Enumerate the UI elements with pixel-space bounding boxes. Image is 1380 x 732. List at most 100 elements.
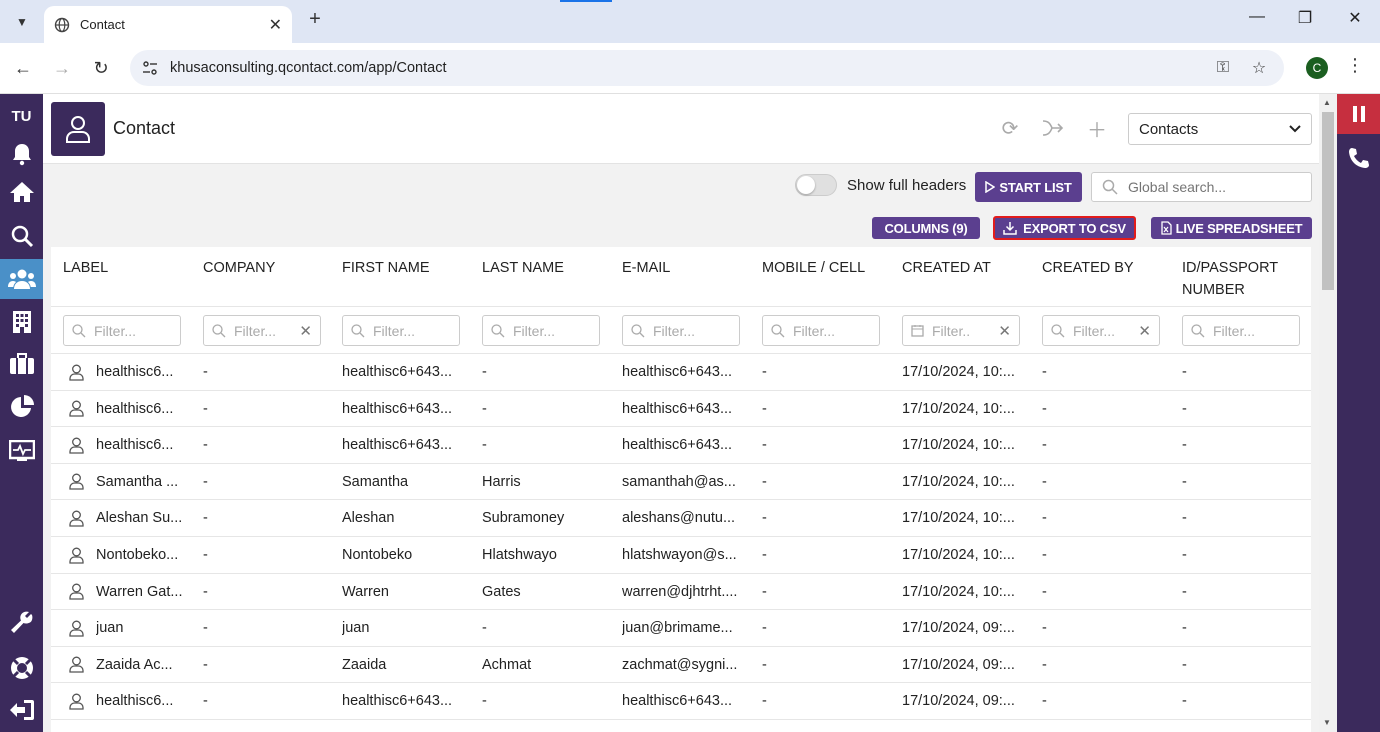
app-sidebar: TU — [0, 94, 43, 732]
user-badge[interactable]: TU — [0, 96, 43, 136]
site-info-icon[interactable] — [142, 60, 158, 76]
column-header-created-by[interactable]: CREATED BY — [1042, 257, 1172, 279]
filter-email[interactable]: Filter... — [622, 315, 740, 346]
tab-search-chevron-icon[interactable]: ▼ — [8, 8, 36, 36]
filter-created-by[interactable]: Filter... ✕ — [1042, 315, 1160, 346]
table-row[interactable]: Aleshan Su... - Aleshan Subramoney aleshans@… — [51, 500, 1311, 537]
search-icon — [212, 323, 226, 337]
sidebar-item-contacts[interactable] — [0, 259, 43, 299]
sidebar-item-reports[interactable] — [0, 387, 43, 427]
table-row[interactable]: Zaaida Ac... - Zaaida Achmat zachmat@sygni..… — [51, 647, 1311, 684]
column-header-company[interactable]: COMPANY — [203, 257, 333, 279]
show-full-headers-toggle[interactable] — [795, 174, 837, 196]
page-scrollbar[interactable]: ▲ ▼ — [1319, 94, 1337, 732]
wrench-icon — [10, 611, 32, 633]
cell-last-name: Harris — [482, 473, 521, 490]
table-row[interactable]: Samantha ... - Samantha Harris samanthah@as.… — [51, 464, 1311, 501]
filter-id-number[interactable]: Filter... — [1182, 315, 1300, 346]
browser-tab[interactable]: Contact ✕ — [44, 6, 292, 43]
filter-placeholder: Filter... — [234, 322, 277, 339]
sidebar-item-search[interactable] — [0, 216, 43, 256]
table-row[interactable]: healthisc6... - healthisc6+643... - healthis… — [51, 354, 1311, 391]
scroll-up-arrow-icon[interactable]: ▲ — [1323, 98, 1331, 107]
phone-button[interactable] — [1337, 138, 1380, 178]
refresh-icon[interactable]: ⟳ — [998, 116, 1022, 140]
cell-company: - — [203, 473, 208, 490]
cell-created-at: 17/10/2024, 10:... — [902, 583, 1015, 600]
sidebar-item-home[interactable] — [0, 172, 43, 212]
column-header-first-name[interactable]: FIRST NAME — [342, 257, 472, 279]
sidebar-item-logout[interactable] — [0, 690, 43, 730]
cell-id-number: - — [1182, 437, 1187, 454]
profile-avatar[interactable]: C — [1306, 57, 1328, 79]
phone-bar — [1337, 94, 1380, 732]
cell-company: - — [203, 620, 208, 637]
scroll-thumb[interactable] — [1322, 112, 1334, 290]
global-search[interactable] — [1091, 172, 1312, 202]
column-header-label[interactable]: LABEL — [63, 257, 193, 279]
bookmark-star-icon[interactable]: ☆ — [1248, 58, 1270, 78]
live-spreadsheet-button[interactable]: LIVE SPREADSHEET — [1151, 217, 1312, 239]
cell-id-number: - — [1182, 583, 1187, 600]
restore-icon[interactable]: ❐ — [1290, 8, 1320, 28]
cell-first-name: Warren — [342, 583, 389, 600]
start-list-button[interactable]: START LIST — [975, 172, 1082, 202]
sidebar-item-cases[interactable] — [0, 344, 43, 384]
sidebar-item-notifications[interactable] — [0, 134, 43, 174]
filter-first-name[interactable]: Filter... — [342, 315, 460, 346]
sidebar-item-settings[interactable] — [0, 604, 43, 644]
table-row[interactable]: Warren Gat... - Warren Gates warren@djhtrht.… — [51, 574, 1311, 611]
table-row[interactable]: healthisc6... - healthisc6+643... - healthis… — [51, 683, 1311, 720]
export-csv-button[interactable]: EXPORT TO CSV — [993, 216, 1136, 240]
sidebar-item-monitor[interactable] — [0, 431, 43, 471]
filter-label[interactable]: Filter... — [63, 315, 181, 346]
address-bar[interactable]: khusaconsulting.qcontact.com/app/Contact… — [130, 50, 1284, 86]
reload-icon[interactable]: ↻ — [88, 55, 114, 81]
pause-button[interactable] — [1337, 94, 1380, 134]
tab-title: Contact — [80, 17, 125, 32]
person-icon — [66, 116, 90, 143]
clear-filter-icon[interactable]: ✕ — [299, 322, 312, 340]
phone-icon — [1348, 148, 1369, 168]
global-search-input[interactable] — [1128, 179, 1298, 195]
cell-email: healthisc6+643... — [622, 364, 733, 380]
merge-icon[interactable] — [1041, 116, 1065, 140]
browser-menu-icon[interactable]: ⋮ — [1346, 55, 1364, 76]
tab-close-icon[interactable]: ✕ — [269, 15, 282, 35]
scroll-down-arrow-icon[interactable]: ▼ — [1323, 718, 1331, 727]
table-row[interactable]: healthisc6... - healthisc6+643... - healthis… — [51, 391, 1311, 428]
forward-icon[interactable]: → — [49, 55, 75, 81]
table-row[interactable]: juan - juan - juan@brimame... -17/10/2024, 09… — [51, 610, 1311, 647]
cell-created-by: - — [1042, 400, 1047, 417]
cell-mobile: - — [762, 547, 767, 563]
clear-filter-icon[interactable]: ✕ — [1138, 322, 1151, 340]
filter-company[interactable]: Filter... ✕ — [203, 315, 321, 346]
back-icon[interactable]: ← — [10, 55, 36, 81]
filter-created-at[interactable]: Filter.. ✕ — [902, 315, 1020, 346]
globe-icon — [54, 17, 70, 32]
add-icon[interactable]: ＋ — [1085, 116, 1109, 142]
new-tab-button[interactable]: + — [302, 8, 328, 31]
page-header: Contact ⟳ ＋ Contacts — [43, 94, 1319, 164]
table-row[interactable]: Nontobeko... - Nontobeko Hlatshwayo hlatshwa… — [51, 537, 1311, 574]
view-select[interactable]: Contacts — [1128, 113, 1312, 145]
clear-filter-icon[interactable]: ✕ — [998, 322, 1011, 340]
filter-last-name[interactable]: Filter... — [482, 315, 600, 346]
password-key-icon[interactable]: ⚿ — [1212, 59, 1234, 77]
column-header-last-name[interactable]: LAST NAME — [482, 257, 612, 279]
column-header-email[interactable]: E-MAIL — [622, 257, 752, 279]
minimize-icon[interactable]: — — [1242, 8, 1272, 26]
filter-mobile[interactable]: Filter... — [762, 315, 880, 346]
table-row[interactable]: healthisc6... - healthisc6+643... - healthis… — [51, 427, 1311, 464]
column-header-id-number[interactable]: ID/PASSPORT NUMBER — [1182, 257, 1311, 301]
search-icon — [351, 323, 365, 337]
search-icon — [1102, 179, 1118, 195]
column-header-mobile[interactable]: MOBILE / CELL — [762, 257, 892, 279]
columns-button[interactable]: COLUMNS (9) — [872, 217, 980, 239]
window-close-icon[interactable]: ✕ — [1340, 8, 1370, 28]
briefcase-icon — [9, 353, 34, 374]
column-header-created-at[interactable]: CREATED AT — [902, 257, 1032, 279]
filter-placeholder: Filter... — [653, 322, 696, 339]
sidebar-item-help[interactable] — [0, 648, 43, 688]
sidebar-item-organisations[interactable] — [0, 302, 43, 342]
